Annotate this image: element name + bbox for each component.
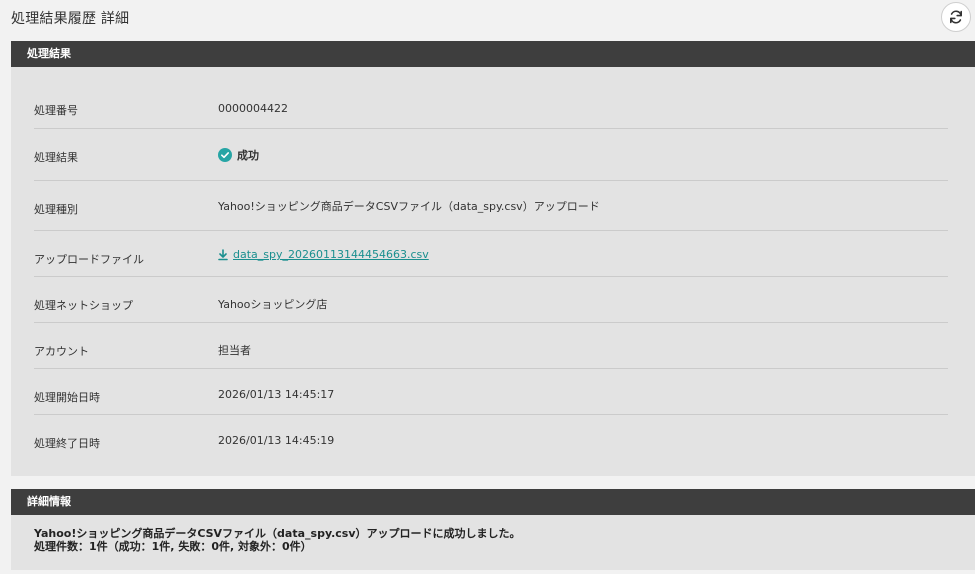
detail-message-line1: Yahoo!ショッピング商品データCSVファイル（data_spy.csv）アッ…	[34, 527, 521, 540]
page-header: 処理結果履歴 詳細	[0, 0, 975, 34]
row-label: 処理終了日時	[34, 437, 100, 450]
process-type: Yahoo!ショッピング商品データCSVファイル（data_spy.csv）アッ…	[218, 200, 600, 213]
detail-message-line2: 処理件数：1件（成功：1件, 失敗：0件, 対象外：0件）	[34, 540, 312, 553]
row-value: 成功	[218, 147, 259, 163]
row-value: 0000004422	[218, 102, 288, 115]
row-value: 2026/01/13 14:45:19	[218, 434, 334, 447]
row-label: 処理番号	[34, 104, 78, 117]
row-process-number: 処理番号 0000004422	[34, 85, 948, 129]
process-number: 0000004422	[218, 102, 288, 115]
detail-section-body: Yahoo!ショッピング商品データCSVファイル（data_spy.csv）アッ…	[11, 515, 975, 570]
row-value: Yahoo!ショッピング商品データCSVファイル（data_spy.csv）アッ…	[218, 198, 600, 214]
row-value: data_spy_20260113144454663.csv	[218, 248, 429, 261]
row-label: アカウント	[34, 345, 89, 358]
row-label: 処理ネットショップ	[34, 299, 133, 312]
end-time: 2026/01/13 14:45:19	[218, 434, 335, 447]
row-start-time: 処理開始日時 2026/01/13 14:45:17	[34, 369, 948, 415]
row-upload-file: アップロードファイル data_spy_20260113144454663.cs…	[34, 231, 948, 277]
check-circle-icon	[218, 148, 232, 162]
page-title: 処理結果履歴 詳細	[11, 11, 130, 27]
refresh-button[interactable]	[941, 2, 971, 32]
detail-message: Yahoo!ショッピング商品データCSVファイル（data_spy.csv）アッ…	[34, 527, 521, 553]
row-process-result: 処理結果 成功	[34, 129, 948, 181]
download-icon	[218, 248, 228, 260]
row-label: 処理結果	[34, 151, 78, 164]
result-section-header: 処理結果	[11, 41, 975, 67]
result-info-table: 処理番号 0000004422 処理結果 成功 処理種別 Yahoo!ショッピン…	[34, 85, 948, 461]
result-section-body: 処理番号 0000004422 処理結果 成功 処理種別 Yahoo!ショッピン…	[11, 67, 975, 476]
page: 処理結果履歴 詳細 処理結果 処理番号 0000004422 処理結果 成功 処…	[0, 0, 975, 574]
row-value: 担当者	[218, 342, 251, 358]
upload-file-link[interactable]: data_spy_20260113144454663.csv	[233, 248, 429, 261]
row-label: 処理種別	[34, 203, 78, 216]
row-process-type: 処理種別 Yahoo!ショッピング商品データCSVファイル（data_spy.c…	[34, 181, 948, 231]
row-value: 2026/01/13 14:45:17	[218, 388, 334, 401]
row-net-shop: 処理ネットショップ Yahooショッピング店	[34, 277, 948, 323]
row-label: 処理開始日時	[34, 391, 100, 404]
row-label: アップロードファイル	[34, 253, 144, 266]
refresh-icon	[950, 10, 962, 24]
start-time: 2026/01/13 14:45:17	[218, 388, 335, 401]
status-badge: 成功	[237, 149, 259, 162]
row-account: アカウント 担当者	[34, 323, 948, 369]
row-value: Yahooショッピング店	[218, 296, 327, 312]
row-end-time: 処理終了日時 2026/01/13 14:45:19	[34, 415, 948, 461]
net-shop: Yahooショッピング店	[218, 298, 328, 311]
account: 担当者	[218, 344, 251, 357]
detail-section-header: 詳細情報	[11, 489, 975, 515]
